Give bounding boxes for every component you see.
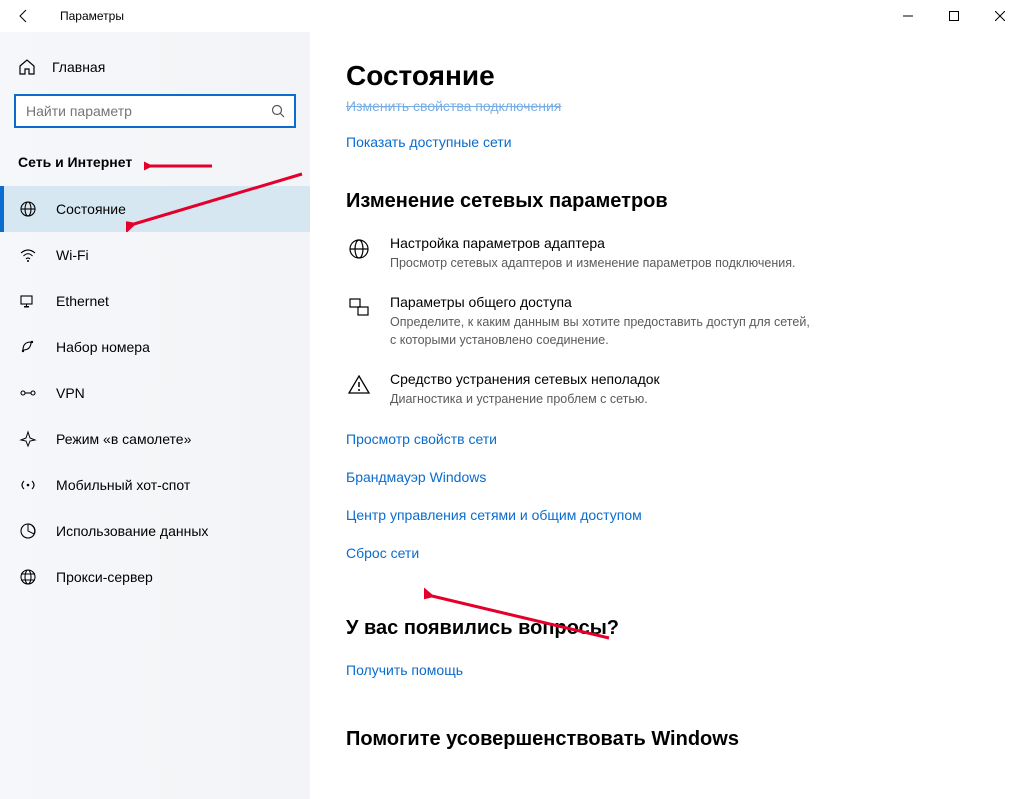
sidebar-item-label: Мобильный хот-спот (56, 477, 190, 493)
card-desc: Определите, к каким данным вы хотите пре… (390, 313, 810, 349)
minimize-button[interactable] (885, 0, 931, 32)
home-button[interactable]: Главная (0, 50, 310, 94)
sidebar-item-datausage[interactable]: Использование данных (0, 508, 310, 554)
sidebar-item-hotspot[interactable]: Мобильный хот-спот (0, 462, 310, 508)
network-properties-link[interactable]: Просмотр свойств сети (346, 431, 993, 447)
arrow-left-icon (16, 8, 32, 24)
maximize-icon (949, 11, 959, 21)
adapter-icon (346, 235, 372, 261)
card-title: Параметры общего доступа (390, 294, 810, 310)
sidebar-item-label: Набор номера (56, 339, 150, 355)
data-usage-icon (18, 522, 38, 540)
vpn-icon (18, 384, 38, 402)
show-networks-link[interactable]: Показать доступные сети (346, 134, 993, 150)
home-icon (18, 58, 36, 76)
warning-icon (346, 371, 372, 397)
airplane-icon (18, 430, 38, 448)
home-label: Главная (52, 59, 105, 75)
sidebar-item-label: Состояние (56, 201, 126, 217)
sidebar-item-ethernet[interactable]: Ethernet (0, 278, 310, 324)
window-controls (885, 0, 1023, 32)
sidebar: Главная Сеть и Интернет Состояние Wi-Fi (0, 32, 310, 799)
card-title: Средство устранения сетевых неполадок (390, 371, 660, 387)
globe-icon (18, 200, 38, 218)
get-help-link[interactable]: Получить помощь (346, 662, 993, 678)
firewall-link[interactable]: Брандмауэр Windows (346, 469, 993, 485)
minimize-icon (903, 11, 913, 21)
sidebar-item-label: VPN (56, 385, 85, 401)
change-connection-properties-link[interactable]: Изменить свойства подключения (346, 98, 993, 114)
sharing-icon (346, 294, 372, 320)
network-reset-link[interactable]: Сброс сети (346, 545, 993, 561)
category-title: Сеть и Интернет (0, 154, 310, 186)
sidebar-item-proxy[interactable]: Прокси-сервер (0, 554, 310, 600)
sidebar-item-label: Wi-Fi (56, 247, 89, 263)
sidebar-item-label: Ethernet (56, 293, 109, 309)
page-title: Состояние (346, 60, 993, 92)
window-title: Параметры (60, 9, 124, 23)
back-button[interactable] (12, 8, 36, 24)
sidebar-item-dialup[interactable]: Набор номера (0, 324, 310, 370)
proxy-icon (18, 568, 38, 586)
sidebar-item-vpn[interactable]: VPN (0, 370, 310, 416)
card-desc: Диагностика и устранение проблем с сетью… (390, 390, 660, 408)
adapter-options-row[interactable]: Настройка параметров адаптера Просмотр с… (346, 235, 993, 272)
search-box[interactable] (14, 94, 296, 128)
search-input[interactable] (26, 103, 271, 119)
wifi-icon (18, 246, 38, 264)
close-icon (995, 11, 1005, 21)
ethernet-icon (18, 292, 38, 310)
network-settings-heading: Изменение сетевых параметров (346, 190, 993, 213)
main-panel: Состояние Изменить свойства подключения … (310, 32, 1023, 799)
sharing-options-row[interactable]: Параметры общего доступа Определите, к к… (346, 294, 993, 349)
sidebar-item-label: Использование данных (56, 523, 208, 539)
search-icon (271, 104, 286, 119)
questions-heading: У вас появились вопросы? (346, 617, 993, 640)
sidebar-item-label: Прокси-сервер (56, 569, 153, 585)
network-center-link[interactable]: Центр управления сетями и общим доступом (346, 507, 993, 523)
sidebar-item-wifi[interactable]: Wi-Fi (0, 232, 310, 278)
troubleshoot-row[interactable]: Средство устранения сетевых неполадок Ди… (346, 371, 993, 408)
card-title: Настройка параметров адаптера (390, 235, 795, 251)
titlebar: Параметры (0, 0, 1023, 32)
card-desc: Просмотр сетевых адаптеров и изменение п… (390, 254, 795, 272)
close-button[interactable] (977, 0, 1023, 32)
hotspot-icon (18, 476, 38, 494)
maximize-button[interactable] (931, 0, 977, 32)
dialup-icon (18, 338, 38, 356)
sidebar-item-label: Режим «в самолете» (56, 431, 191, 447)
sidebar-item-status[interactable]: Состояние (0, 186, 310, 232)
feedback-heading: Помогите усовершенствовать Windows (346, 728, 993, 751)
sidebar-item-airplane[interactable]: Режим «в самолете» (0, 416, 310, 462)
